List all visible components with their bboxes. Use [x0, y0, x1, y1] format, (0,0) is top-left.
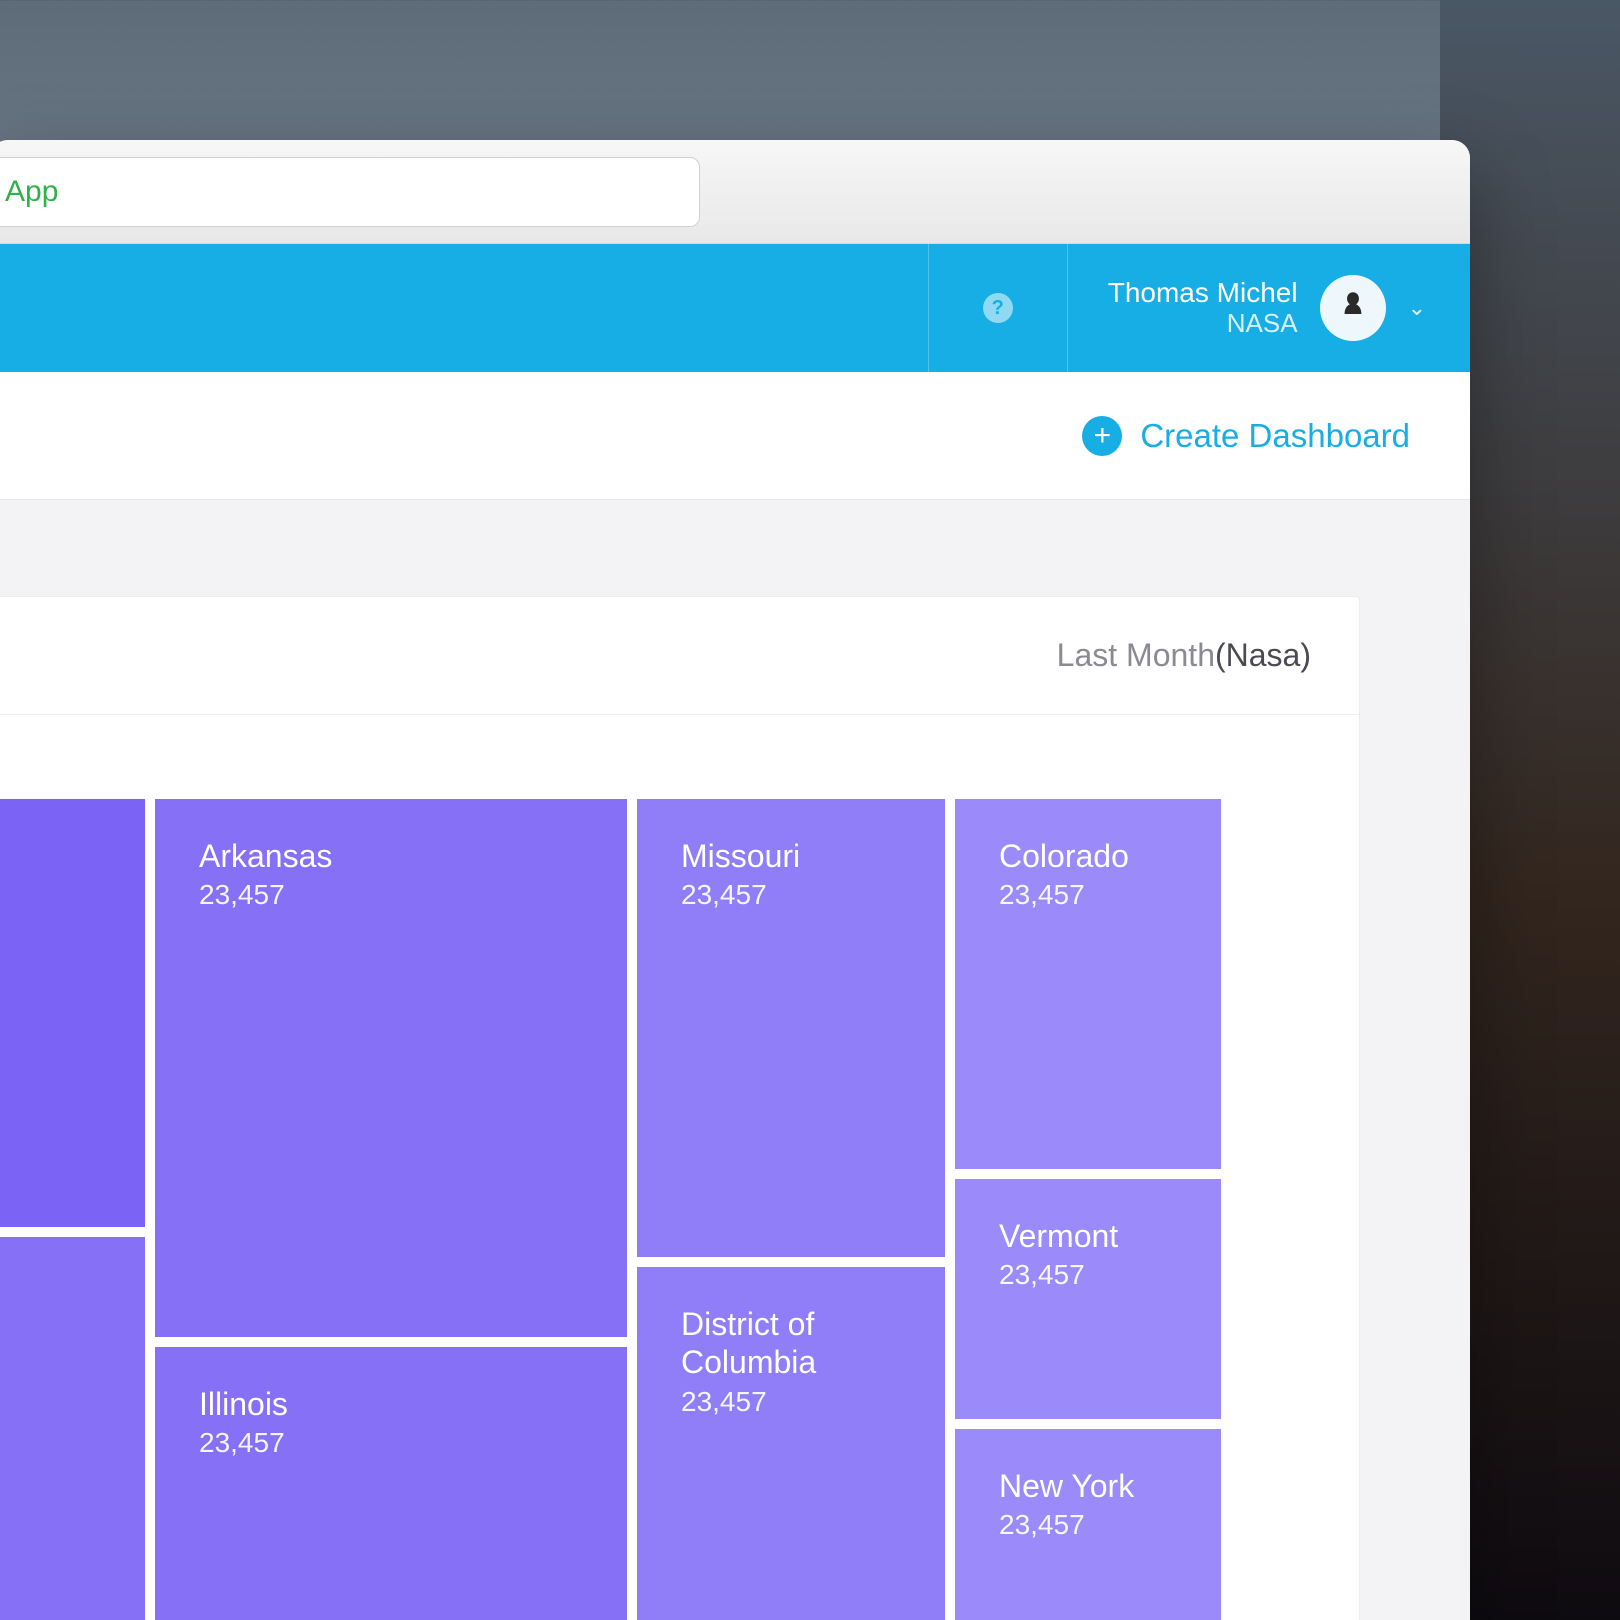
treemap-tile-dc[interactable]: District of Columbia 23,457: [637, 1267, 945, 1620]
create-dashboard-button[interactable]: + Create Dashboard: [1082, 416, 1410, 456]
tile-value: 23,457: [681, 879, 901, 911]
user-name: Thomas Michel: [1108, 277, 1298, 309]
tile-value: 23,457: [681, 1386, 901, 1418]
tile-name: Illinois: [199, 1385, 583, 1423]
tile-name: District of Columbia: [681, 1305, 901, 1382]
user-org: NASA: [1108, 309, 1298, 339]
avatar: [1320, 275, 1386, 341]
tile-value: 23,457: [999, 1509, 1177, 1541]
tile-value: 23,457: [999, 1259, 1177, 1291]
tile-name: New York: [999, 1467, 1177, 1505]
treemap-tile-arkansas[interactable]: Arkansas 23,457: [155, 799, 627, 1337]
tile-name: Colorado: [999, 837, 1177, 875]
treemap-tile-newyork[interactable]: New York 23,457: [955, 1429, 1221, 1620]
plus-icon: +: [1082, 416, 1122, 456]
browser-tab[interactable]: App: [0, 157, 700, 227]
help-button[interactable]: ?: [928, 244, 1068, 372]
tile-value: 23,457: [199, 1427, 583, 1459]
period-label: Last Month: [1057, 637, 1215, 674]
avatar-icon: [1332, 287, 1374, 329]
treemap-chart: Arkansas 23,457 Illinois 23,457 Missouri…: [0, 799, 1275, 1620]
app-window: App ? Thomas Michel NASA ⌄ + Create Dash…: [0, 140, 1470, 1620]
user-menu[interactable]: Thomas Michel NASA ⌄: [1068, 244, 1470, 372]
tile-name: Vermont: [999, 1217, 1177, 1255]
create-dashboard-label: Create Dashboard: [1140, 417, 1410, 455]
card-header: Last Month (Nasa): [0, 597, 1359, 715]
top-navbar: ? Thomas Michel NASA ⌄: [0, 244, 1470, 372]
tile-value: 23,457: [999, 879, 1177, 911]
tile-name: Arkansas: [199, 837, 583, 875]
tile-name: Missouri: [681, 837, 901, 875]
treemap-tile-vermont[interactable]: Vermont 23,457: [955, 1179, 1221, 1419]
treemap-tile-missouri[interactable]: Missouri 23,457: [637, 799, 945, 1257]
user-text: Thomas Michel NASA: [1108, 277, 1298, 339]
treemap-tile[interactable]: [0, 1237, 145, 1620]
tile-value: 23,457: [199, 879, 583, 911]
chevron-down-icon: ⌄: [1408, 295, 1426, 321]
content-area: Last Month (Nasa) Arkansas 23,457 Illino…: [0, 500, 1470, 1620]
dashboard-card: Last Month (Nasa) Arkansas 23,457 Illino…: [0, 596, 1360, 1620]
window-titlebar: App: [0, 140, 1470, 244]
treemap-tile-illinois[interactable]: Illinois 23,457: [155, 1347, 627, 1620]
action-bar: + Create Dashboard: [0, 372, 1470, 500]
browser-tab-title: App: [5, 175, 58, 209]
org-label: (Nasa): [1215, 637, 1311, 674]
help-icon: ?: [983, 293, 1013, 323]
treemap-tile[interactable]: [0, 799, 145, 1227]
treemap-tile-colorado[interactable]: Colorado 23,457: [955, 799, 1221, 1169]
